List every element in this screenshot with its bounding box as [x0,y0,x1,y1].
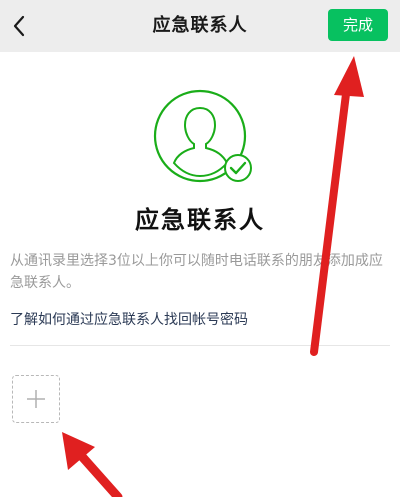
navigation-bar: 应急联系人 完成 [0,0,400,52]
done-button[interactable]: 完成 [328,9,388,41]
plus-icon [27,390,45,408]
section-title: 应急联系人 [135,206,265,234]
add-contact-button[interactable] [12,375,60,423]
annotation-arrows [62,56,364,497]
avatar [150,86,256,192]
emergency-contacts-screen: 应急联系人 完成 应急联系人 从通讯录里选择3位以上你可以随时电话联系的朋友添加… [0,0,400,497]
person-check-icon [153,89,252,183]
help-link[interactable]: 了解如何通过应急联系人找回帐号密码 [10,309,248,329]
divider [10,345,390,346]
arrow-to-add-icon [62,432,123,497]
description-text: 从通讯录里选择3位以上你可以随时电话联系的朋友添加成应急联系人。 [10,253,383,291]
